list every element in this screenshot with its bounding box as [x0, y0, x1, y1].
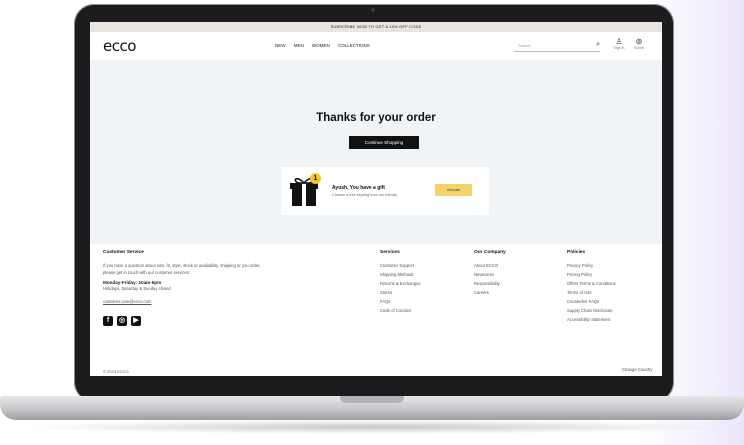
footer-link[interactable]: FAQs — [380, 299, 421, 304]
continue-shopping-button[interactable]: Continue Shopping — [349, 136, 419, 149]
screen-bottom-bezel — [90, 376, 662, 384]
footer-link[interactable]: Careers — [474, 290, 506, 295]
footer-link[interactable]: Privacy Policy — [567, 263, 616, 268]
footer-link[interactable]: Stores — [380, 290, 421, 295]
customer-service-heading: Customer Service — [103, 250, 144, 255]
nav-women[interactable]: WOMEN — [312, 43, 330, 48]
footer-link[interactable]: Customer Support — [380, 263, 421, 268]
footer-link[interactable]: Shipping Methods — [380, 272, 421, 277]
stores-button[interactable]: ⊚ Stores — [632, 37, 646, 51]
camera-icon — [371, 8, 375, 12]
services-heading: Services — [380, 250, 400, 255]
user-icon: ♙ — [615, 37, 623, 46]
page-title: Thanks for your order — [316, 112, 436, 124]
gift-title: Ayush, You have a gift — [332, 185, 385, 191]
footer-link[interactable]: Pricing Policy — [567, 272, 616, 277]
laptop-shadow — [18, 420, 726, 434]
company-heading: Our Company — [474, 250, 506, 255]
company-column: Our Company About ECCO Newsroom Responsi… — [474, 250, 506, 299]
search-icon[interactable]: ⌕ — [596, 41, 600, 49]
footer-link[interactable]: Returns & Exchanges — [380, 281, 421, 286]
ecco-logo[interactable]: ecco — [103, 37, 136, 55]
nav-new[interactable]: NEW — [275, 43, 286, 48]
main-nav: NEW MEN WOMEN COLLECTIONS — [275, 43, 377, 48]
facebook-icon[interactable]: f — [103, 316, 113, 326]
footer-link[interactable]: Newsroom — [474, 272, 506, 277]
customer-service-column: Customer Service If you have a question … — [103, 250, 263, 327]
search-input[interactable]: Search ⌕ — [514, 41, 600, 52]
footer-link[interactable]: Offers Terms & Conditions — [567, 281, 616, 286]
customer-service-text: If you have a question about size, fit, … — [103, 263, 261, 275]
location-pin-icon: ⊚ — [635, 37, 643, 46]
service-email-link[interactable]: customer.care@ecco.com — [103, 299, 263, 304]
footer-link[interactable]: Supply Chain Disclosure — [567, 308, 616, 313]
gift-subtitle: Choose a free keyring from our friends — [332, 193, 397, 197]
laptop-notch — [340, 396, 404, 403]
laptop-screen: SUBSCRIBE NOW TO GET A 10% OFF CODE ecco… — [90, 22, 662, 384]
gift-card: 1 Ayush, You have a gift Choose a free k… — [281, 167, 489, 215]
policies-heading: Policies — [567, 250, 586, 255]
nav-men[interactable]: MEN — [294, 43, 304, 48]
instagram-icon[interactable]: ◎ — [117, 316, 127, 326]
change-country-link[interactable]: Change Country — [622, 367, 653, 372]
policies-column: Policies Privacy Policy Pricing Policy O… — [567, 250, 616, 326]
footer-link[interactable]: Code of Conduct — [380, 308, 421, 313]
service-hours: Monday-Friday: 10am-6pm — [103, 280, 162, 285]
gift-count-badge: 1 — [310, 173, 321, 184]
order-confirmation: Thanks for your order Continue Shopping … — [90, 60, 662, 244]
stores-label: Stores — [633, 46, 645, 50]
signin-button[interactable]: ♙ Sign in — [612, 37, 626, 51]
footer-link[interactable]: Terms of Use — [567, 290, 616, 295]
promo-text: SUBSCRIBE NOW TO GET A 10% OFF CODE — [330, 24, 422, 29]
social-links: f ◎ ▶ — [103, 309, 263, 327]
promo-banner[interactable]: SUBSCRIBE NOW TO GET A 10% OFF CODE — [90, 22, 662, 32]
services-column: Services Customer Support Shipping Metho… — [380, 250, 421, 317]
search-placeholder: Search — [518, 43, 531, 48]
footer-link[interactable]: About ECCO — [474, 263, 506, 268]
site-header: ecco NEW MEN WOMEN COLLECTIONS Search ⌕ … — [90, 32, 662, 60]
footer-link[interactable]: Responsibility — [474, 281, 506, 286]
service-closed: Holidays, Saturday & Sunday closed — [103, 286, 171, 291]
choose-gift-button[interactable]: choose — [435, 184, 472, 196]
copyright-text: © 2023 ECCO — [103, 369, 129, 374]
site-footer: Customer Service If you have a question … — [90, 244, 662, 384]
signin-label: Sign in — [613, 46, 625, 50]
youtube-icon[interactable]: ▶ — [131, 316, 141, 326]
footer-link[interactable]: Counterfeit FAQs — [567, 299, 616, 304]
nav-collections[interactable]: COLLECTIONS — [338, 43, 370, 48]
footer-link[interactable]: Accessibility Statement — [567, 317, 616, 322]
